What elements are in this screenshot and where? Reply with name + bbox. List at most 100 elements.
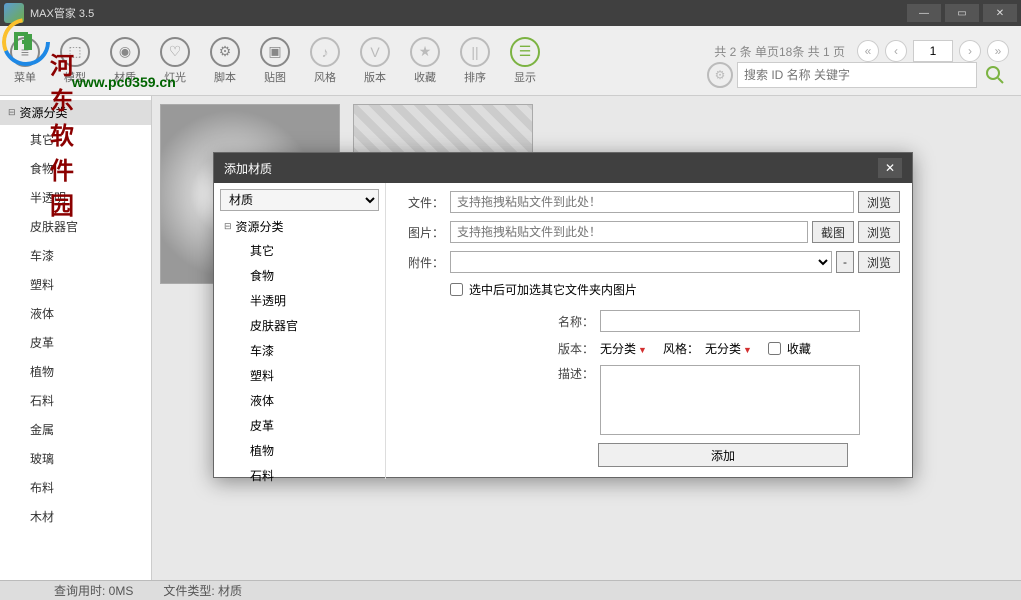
attachment-select[interactable] [450,251,832,273]
screenshot-button[interactable]: 截图 [812,221,854,243]
search-button[interactable] [981,61,1009,89]
file-input[interactable] [450,191,854,213]
sidebar-item[interactable]: 玻璃 [0,444,151,473]
page-info: 共 2 条 单页18条 共 1 页 [714,43,845,60]
sidebar-item[interactable]: 塑料 [0,270,151,299]
tool-icon: ★ [410,37,440,67]
add-button[interactable]: 添加 [598,443,848,467]
tool-icon: ♡ [160,37,190,67]
sidebar-item[interactable]: 食物 [0,154,151,183]
dialog-tree-item[interactable]: 车漆 [220,338,379,363]
dialog-tree-item[interactable]: 植物 [220,438,379,463]
collapse-icon: ⊟ [8,107,16,118]
sidebar-item[interactable]: 液体 [0,299,151,328]
chevron-down-icon: ▼ [743,345,752,355]
dialog-tree-item[interactable]: 塑料 [220,363,379,388]
image-input[interactable] [450,221,808,243]
tool-风格[interactable]: ♪ 风格 [310,37,340,85]
minimize-button[interactable]: — [907,4,941,22]
next-page-button[interactable]: › [959,40,981,62]
tool-label: 版本 [364,69,386,85]
file-browse-button[interactable]: 浏览 [858,191,900,213]
dialog-close-button[interactable]: ✕ [878,158,902,178]
tool-排序[interactable]: || 排序 [460,37,490,85]
tool-label: 显示 [514,69,536,85]
toolbar-paging: 共 2 条 单页18条 共 1 页 « ‹ › » [714,40,1009,62]
attachment-browse-button[interactable]: 浏览 [858,251,900,273]
collect-label: 收藏 [787,340,811,357]
collect-checkbox[interactable] [768,342,781,355]
last-page-button[interactable]: » [987,40,1009,62]
sidebar-item[interactable]: 金属 [0,415,151,444]
style-dropdown[interactable]: 无分类▼ [705,340,752,357]
collapse-icon: ⊟ [224,221,232,232]
tool-label: 排序 [464,69,486,85]
dialog-tree-root[interactable]: ⊟ 资源分类 [220,215,379,238]
watermark-site: 河东软件园 [50,46,74,221]
sidebar-item[interactable]: 车漆 [0,241,151,270]
attachment-label: 附件： [398,254,444,271]
file-label: 文件： [398,194,444,211]
sidebar-item[interactable]: 木材 [0,502,151,531]
tool-icon: || [460,37,490,67]
image-browse-button[interactable]: 浏览 [858,221,900,243]
page-input[interactable] [913,40,953,62]
sidebar-root[interactable]: ⊟ 资源分类 [0,100,151,125]
sidebar: ⊟ 资源分类 其它食物半透明皮肤器官车漆塑料液体皮革植物石料金属玻璃布料木材 [0,96,152,580]
category-select[interactable]: 材质 [220,189,379,211]
sidebar-item[interactable]: 布料 [0,473,151,502]
sidebar-item[interactable]: 植物 [0,357,151,386]
tool-label: 脚本 [214,69,236,85]
sidebar-item[interactable]: 皮肤器官 [0,212,151,241]
dialog-category-panel: 材质 ⊟ 资源分类 其它食物半透明皮肤器官车漆塑料液体皮革植物石料 [214,183,386,479]
image-label: 图片： [398,224,444,241]
app-title: MAX管家 3.5 [30,5,903,21]
dialog-tree-item[interactable]: 石料 [220,463,379,488]
dialog-title: 添加材质 [224,160,878,177]
first-page-button[interactable]: « [857,40,879,62]
include-other-folders-checkbox[interactable] [450,283,463,296]
add-material-dialog: 添加材质 ✕ 材质 ⊟ 资源分类 其它食物半透明皮肤器官车漆塑料液体皮革植物石料… [213,152,913,478]
tool-icon: ♪ [310,37,340,67]
tool-版本[interactable]: V版本 [360,37,390,85]
dialog-titlebar[interactable]: 添加材质 ✕ [214,153,912,183]
tool-脚本[interactable]: ⚙脚本 [210,37,240,85]
dialog-tree-item[interactable]: 食物 [220,263,379,288]
prev-page-button[interactable]: ‹ [885,40,907,62]
status-query-time: 查询用时: 0MS [54,582,133,599]
version-label: 版本： [548,340,594,357]
dialog-tree-item[interactable]: 皮肤器官 [220,313,379,338]
tool-收藏[interactable]: ★收藏 [410,37,440,85]
description-textarea[interactable] [600,365,860,435]
search-icon [985,65,1005,85]
dialog-tree-item[interactable]: 半透明 [220,288,379,313]
dialog-form: 文件： 浏览 图片： 截图 浏览 附件： - 浏览 选中后可加选其它文件夹内图片 [386,183,912,479]
sidebar-item[interactable]: 半透明 [0,183,151,212]
name-input[interactable] [600,310,860,332]
settings-icon[interactable]: ⚙ [707,62,733,88]
tool-label: 风格 [314,69,336,85]
close-button[interactable]: ✕ [983,4,1017,22]
maximize-button[interactable]: ▭ [945,4,979,22]
description-label: 描述： [548,365,594,382]
name-label: 名称： [548,313,594,330]
tool-label: 菜单 [14,69,36,85]
tool-icon: ▣ [260,37,290,67]
statusbar: 查询用时: 0MS 文件类型: 材质 [0,580,1021,600]
dialog-tree-item[interactable]: 液体 [220,388,379,413]
toolbar-search: ⚙ [707,61,1009,89]
tool-icon: ☰ [510,37,540,67]
sidebar-item[interactable]: 皮革 [0,328,151,357]
tool-显示[interactable]: ☰ 显示 [510,37,540,85]
dialog-tree-item[interactable]: 皮革 [220,413,379,438]
watermark-url: www.pc0359.cn [72,74,176,90]
version-dropdown[interactable]: 无分类▼ [600,340,647,357]
tool-icon: ◉ [110,37,140,67]
tool-label: 贴图 [264,69,286,85]
sidebar-item[interactable]: 石料 [0,386,151,415]
search-input[interactable] [737,62,977,88]
attachment-minus-button[interactable]: - [836,251,854,273]
tool-贴图[interactable]: ▣ 贴图 [260,37,290,85]
sidebar-item[interactable]: 其它 [0,125,151,154]
dialog-tree-item[interactable]: 其它 [220,238,379,263]
